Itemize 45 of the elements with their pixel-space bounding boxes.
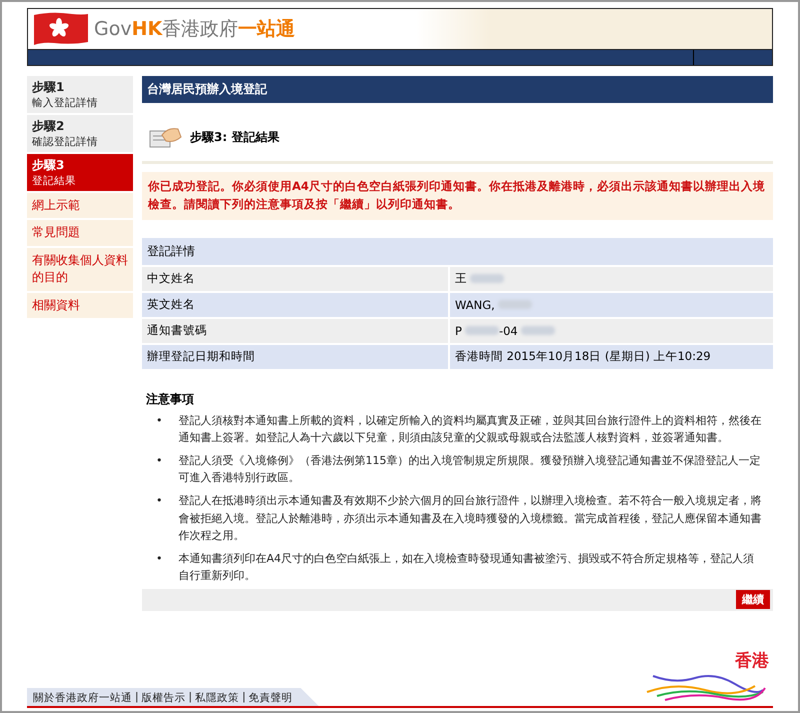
step-title: 步驟1: [32, 79, 66, 96]
step-subtitle: 登記結果: [32, 174, 77, 188]
field-value: 王: [450, 266, 773, 291]
note-item: 登記人須受《入境條例》（香港法例第115章）的出入境管制規定所規限。獲發預辦入境登記通知書並不保證登記人一定可進入香港特別行政區。: [178, 452, 762, 486]
success-notice: 你已成功登記。你必須使用A4尺寸的白色空白紙張列印通知書。你在抵港及離港時，必須出示該通知書以辦理出入境檢查。請閱讀下列的注意事項及按「繼續」以列印通知書。: [142, 172, 773, 220]
notes-heading: 注意事項: [146, 390, 195, 408]
details-heading: 登記詳情: [142, 238, 773, 265]
field-value: WANG,: [450, 292, 773, 317]
bullet: •: [156, 412, 162, 429]
step-subtitle: 確認登記詳情: [32, 135, 99, 149]
note-item: 登記人須核對本通知書上所載的資料，以確定所輸入的資料均屬真實及正確，並與其回台旅行證件上的資料相符，然後在通知書上簽署。如登記人為十六歲以下兒童，則須由該兒童的父親或母親或合法監護人核對資料，並簽署通知書。: [178, 412, 762, 446]
flag-icon: [32, 11, 90, 47]
sidebar-link[interactable]: 網上示範: [27, 193, 133, 218]
separator: |: [135, 691, 139, 705]
brand-logo: GovHK香港政府一站通: [94, 17, 296, 42]
step-title: 步驟3: [32, 157, 66, 174]
page-title: 台灣居民預辦入境登記: [142, 76, 773, 103]
sidebar-link[interactable]: 有關收集個人資料的目的: [27, 248, 133, 291]
brand-hk-text: 香港: [735, 650, 769, 672]
field-label: 通知書號碼: [142, 318, 448, 343]
separator: |: [242, 691, 246, 705]
field-label: 辦理登記日期和時間: [142, 344, 448, 369]
blurred-text: [464, 326, 499, 336]
step-title: 步驟2: [32, 118, 66, 135]
field-value: P -04: [450, 318, 773, 343]
footer-link[interactable]: 版權告示: [142, 691, 186, 705]
sidebar-link[interactable]: 常見問題: [27, 220, 133, 246]
step-heading: 步驟3: 登記結果: [190, 128, 280, 146]
separator: |: [188, 691, 192, 705]
footer-link[interactable]: 關於香港政府一站通: [33, 691, 132, 705]
field-label: 中文姓名: [142, 266, 448, 291]
bullet: •: [156, 452, 162, 469]
continue-button[interactable]: 繼續: [736, 590, 770, 610]
footer-link[interactable]: 私隱政策: [195, 691, 240, 705]
bullet: •: [156, 493, 162, 509]
note-item: 登記人在抵港時須出示本通知書及有效期不少於六個月的回台旅行證件，以辦理入境檢查。若不符合一般入境規定者，將會被拒絕入境。登記人於離港時，亦須出示本通知書及在入境時獲發的入境標籤。當完成首程後，登記人應保留本通知書作次程之用。: [178, 493, 762, 544]
footer-link[interactable]: 免責聲明: [248, 691, 293, 705]
field-value: 香港時間 2015年10月18日 (星期日) 上午10:29: [450, 344, 773, 369]
field-label: 英文姓名: [142, 292, 448, 317]
step-subtitle: 輸入登記詳情: [32, 96, 99, 110]
note-item: 本通知書須列印在A4尺寸的白色空白紙張上，如在入境檢查時發現通知書被塗污、損毀或不符合所定規格等，登記人須自行重新列印。: [178, 550, 756, 584]
sidebar-link[interactable]: 相關資料: [27, 292, 133, 318]
blurred-text: [520, 326, 555, 336]
blurred-text: [470, 274, 504, 284]
bullet: •: [156, 550, 162, 567]
